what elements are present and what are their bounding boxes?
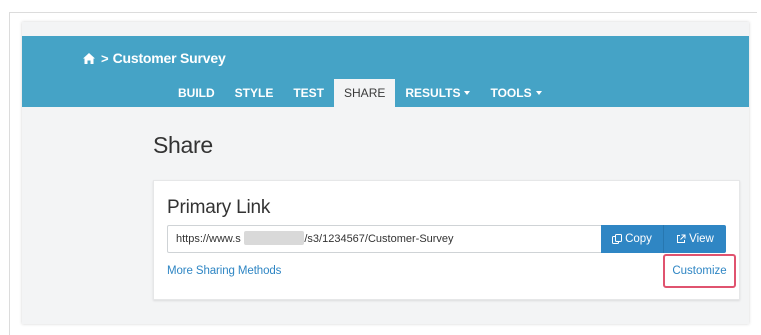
- customize-highlight: Customize: [663, 254, 736, 288]
- home-icon[interactable]: [82, 52, 96, 65]
- copy-button[interactable]: Copy: [601, 225, 664, 253]
- breadcrumb-separator: >: [101, 50, 109, 66]
- tab-results[interactable]: RESULTS: [395, 79, 480, 107]
- tab-build[interactable]: BUILD: [168, 79, 225, 107]
- copy-button-label: Copy: [625, 233, 652, 245]
- tab-label: BUILD: [178, 86, 215, 100]
- tab-label: TOOLS: [490, 86, 532, 100]
- caret-down-icon: [464, 91, 471, 95]
- primary-link-card: Primary Link Copy View More Sharing Meth…: [153, 180, 740, 300]
- caret-down-icon: [535, 91, 542, 95]
- tab-label: TEST: [293, 86, 325, 100]
- tab-test[interactable]: TEST: [283, 79, 334, 107]
- customize-link[interactable]: Customize: [672, 265, 726, 277]
- breadcrumb: > Customer Survey: [82, 48, 226, 68]
- redacted-domain: [244, 231, 304, 245]
- view-button[interactable]: View: [664, 225, 726, 253]
- tab-tools[interactable]: TOOLS: [480, 79, 551, 107]
- more-sharing-methods-link[interactable]: More Sharing Methods: [167, 265, 281, 277]
- tab-label: STYLE: [234, 86, 274, 100]
- page-title: Share: [153, 132, 213, 158]
- tab-bar: BUILD STYLE TEST SHARE RESULTS TOOLS: [168, 79, 552, 107]
- tab-label: SHARE: [344, 86, 386, 100]
- survey-link-field[interactable]: [167, 225, 602, 253]
- view-button-label: View: [689, 233, 714, 245]
- app-window: > Customer Survey BUILD STYLE TEST SHARE…: [22, 22, 749, 324]
- card-title: Primary Link: [167, 197, 271, 218]
- external-link-icon: [676, 234, 686, 244]
- top-header: > Customer Survey BUILD STYLE TEST SHARE…: [22, 36, 749, 107]
- tab-label: RESULTS: [405, 86, 461, 100]
- tab-style[interactable]: STYLE: [225, 79, 284, 107]
- survey-title[interactable]: Customer Survey: [113, 50, 226, 66]
- copy-icon: [612, 234, 623, 244]
- tab-share[interactable]: SHARE: [334, 79, 396, 107]
